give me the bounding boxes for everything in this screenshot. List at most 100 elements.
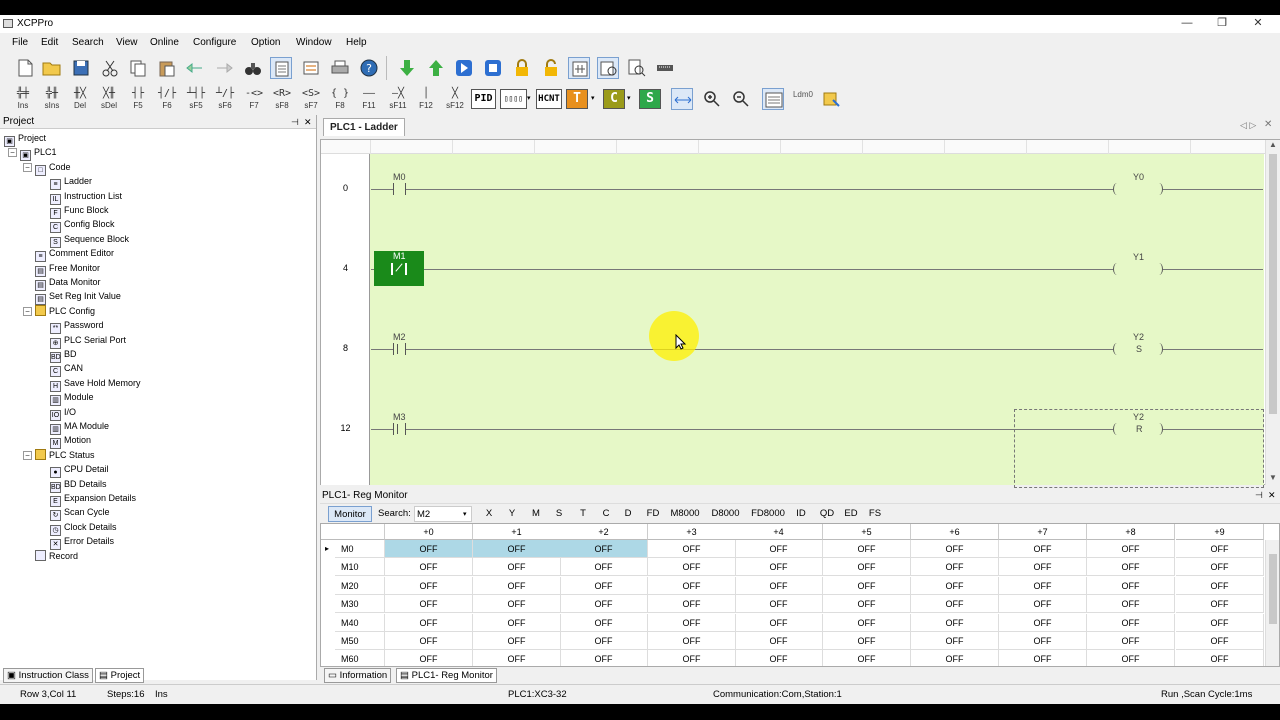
register-cell[interactable]: OFF: [735, 650, 823, 666]
register-cell[interactable]: OFF: [823, 558, 911, 577]
coil-button[interactable]: -<> F7: [240, 87, 268, 113]
tree-ladder[interactable]: ≡ Ladder: [50, 174, 92, 191]
register-cell[interactable]: OFF: [999, 632, 1087, 650]
find-binoculars-icon[interactable]: [242, 57, 264, 79]
parallel-no-button[interactable]: ┴┤├ sF5: [182, 87, 210, 113]
register-cell[interactable]: OFF: [999, 540, 1087, 558]
timer-dropdown-icon[interactable]: ▾: [591, 94, 595, 102]
regtype-d[interactable]: D: [620, 506, 636, 522]
register-cell[interactable]: OFF: [560, 595, 648, 614]
register-cell[interactable]: OFF: [648, 576, 736, 595]
register-cell[interactable]: OFF: [823, 613, 911, 632]
tree-motion[interactable]: M Motion: [50, 433, 91, 450]
register-cell[interactable]: OFF: [560, 632, 648, 650]
tree-set-reg-init-value[interactable]: ▤ Set Reg Init Value: [35, 289, 121, 306]
regmon-pin-icon[interactable]: ⊣: [1255, 488, 1263, 503]
ladder-vertical-scrollbar[interactable]: ▲ ▼: [1265, 140, 1280, 485]
register-cell[interactable]: OFF: [560, 650, 648, 666]
register-cell[interactable]: OFF: [473, 613, 561, 632]
register-cell[interactable]: OFF: [473, 558, 561, 577]
save-icon[interactable]: [70, 57, 92, 79]
register-cell[interactable]: OFF: [911, 613, 999, 632]
register-cell[interactable]: OFF: [823, 632, 911, 650]
nc-contact-button[interactable]: ┤/├ F6: [153, 87, 181, 113]
register-cell[interactable]: OFF: [823, 595, 911, 614]
pid-button[interactable]: PID: [471, 89, 496, 109]
tree-error-details[interactable]: ✕ Error Details: [50, 534, 114, 551]
register-cell[interactable]: OFF: [999, 650, 1087, 666]
register-cell[interactable]: OFF: [648, 613, 736, 632]
tab-prev-icon[interactable]: ◁ ▷: [1240, 120, 1256, 131]
tree-expander[interactable]: −: [23, 306, 32, 316]
tree-plc-config[interactable]: PLC Config: [35, 304, 95, 318]
pulse-button[interactable]: ▯▯▯▯: [500, 89, 527, 109]
register-cell[interactable]: OFF: [385, 540, 473, 558]
set-coil-button[interactable]: <S> sF7: [297, 87, 325, 113]
register-cell[interactable]: OFF: [560, 558, 648, 577]
tree-scan-cycle[interactable]: ↻ Scan Cycle: [50, 505, 110, 522]
tree-free-monitor[interactable]: ▤ Free Monitor: [35, 261, 100, 277]
register-cell[interactable]: OFF: [999, 558, 1087, 577]
cut-icon[interactable]: [99, 57, 121, 79]
delete-row-button[interactable]: ╫╳ Del: [66, 87, 94, 113]
register-cell[interactable]: OFF: [1087, 540, 1175, 558]
menu-help[interactable]: Help: [346, 37, 367, 48]
pin-icon[interactable]: ⊣: [291, 115, 299, 129]
regtype-id[interactable]: ID: [792, 506, 810, 522]
tab-close-icon[interactable]: ✕: [1264, 119, 1272, 130]
register-cell[interactable]: OFF: [1087, 558, 1175, 577]
tree-comment-editor[interactable]: ≡ Comment Editor: [35, 246, 114, 263]
insert-column-button[interactable]: ╬╫ sIns: [38, 87, 66, 113]
hline-button[interactable]: —— F11: [355, 87, 383, 113]
config-tool-icon[interactable]: [821, 88, 843, 110]
hcnt-button[interactable]: HCNT: [536, 89, 562, 109]
search-combo[interactable]: M2 ▾: [414, 506, 472, 522]
menu-file[interactable]: File: [12, 37, 28, 48]
run-icon[interactable]: [453, 57, 475, 79]
undo-icon[interactable]: [184, 57, 206, 79]
delete-hline-button[interactable]: —╳ sF11: [384, 87, 412, 113]
monitor-button[interactable]: Monitor: [328, 506, 372, 522]
register-cell[interactable]: OFF: [823, 576, 911, 595]
tree-instruction-list[interactable]: IL Instruction List: [50, 189, 122, 205]
register-cell[interactable]: OFF: [999, 613, 1087, 632]
tree-func-block[interactable]: F Func Block: [50, 203, 109, 219]
register-cell[interactable]: OFF: [911, 632, 999, 650]
menu-window[interactable]: Window: [296, 37, 332, 48]
pulse-dropdown-icon[interactable]: ▾: [527, 94, 531, 102]
register-cell[interactable]: OFF: [560, 576, 648, 595]
help-icon[interactable]: ?: [358, 57, 380, 79]
reset-coil-button[interactable]: <R> sF8: [268, 87, 296, 113]
tab-instruction-class[interactable]: ▣ Instruction Class: [3, 668, 93, 683]
tree-project-root[interactable]: ▣ Project: [4, 131, 46, 147]
tree-data-monitor[interactable]: ▤ Data Monitor: [35, 275, 101, 291]
counter-button[interactable]: C: [603, 89, 625, 109]
register-cell[interactable]: OFF: [385, 650, 473, 666]
register-cell[interactable]: OFF: [823, 540, 911, 558]
register-cell[interactable]: OFF: [735, 576, 823, 595]
open-folder-icon[interactable]: [41, 57, 63, 79]
fit-width-icon[interactable]: [671, 88, 693, 110]
regtype-d8000[interactable]: D8000: [708, 506, 743, 522]
register-cell[interactable]: OFF: [648, 540, 736, 558]
insert-row-button[interactable]: ╬╪ Ins: [9, 87, 37, 113]
register-cell[interactable]: OFF: [473, 632, 561, 650]
restore-button[interactable]: ❐: [1207, 16, 1237, 31]
register-cell[interactable]: OFF: [1176, 540, 1264, 558]
regtype-m[interactable]: M: [527, 506, 545, 522]
no-contact-button[interactable]: ┤├ F5: [124, 87, 152, 113]
vline-button[interactable]: │ F12: [412, 87, 440, 113]
register-cell[interactable]: OFF: [735, 613, 823, 632]
register-cell[interactable]: OFF: [1087, 576, 1175, 595]
regtype-x[interactable]: X: [481, 506, 497, 522]
zoom-out-icon[interactable]: [730, 88, 752, 110]
register-cell[interactable]: OFF: [1176, 632, 1264, 650]
upload-icon[interactable]: [425, 57, 447, 79]
register-cell[interactable]: OFF: [911, 650, 999, 666]
register-cell[interactable]: OFF: [473, 650, 561, 666]
register-cell[interactable]: OFF: [1087, 650, 1175, 666]
register-cell[interactable]: OFF: [648, 632, 736, 650]
register-cell[interactable]: OFF: [648, 558, 736, 577]
panel-close-icon[interactable]: ✕: [304, 115, 312, 129]
tree-save-hold-memory[interactable]: H Save Hold Memory: [50, 376, 141, 392]
